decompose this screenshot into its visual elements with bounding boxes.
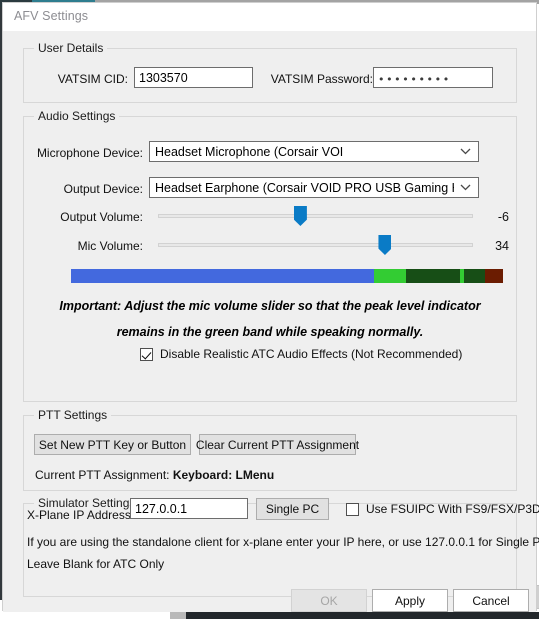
set-new-ptt-button[interactable]: Set New PTT Key or Button bbox=[34, 434, 191, 455]
vatsim-cid-input[interactable]: 1303570 bbox=[134, 67, 253, 88]
vatsim-password-input[interactable]: ••••••••• bbox=[373, 67, 493, 88]
simulator-hint-line-1: If you are using the standalone client f… bbox=[27, 535, 539, 549]
audio-settings-legend: Audio Settings bbox=[34, 109, 120, 123]
microphone-device-label: Microphone Device: bbox=[36, 146, 143, 160]
disable-atc-audio-effects-label: Disable Realistic ATC Audio Effects (Not… bbox=[160, 347, 463, 361]
background-taskbar bbox=[186, 612, 539, 619]
dark-red-band bbox=[484, 269, 503, 283]
chevron-down-icon bbox=[458, 142, 472, 161]
x-plane-ip-input[interactable]: 127.0.0.1 bbox=[130, 498, 248, 519]
ok-button[interactable]: OK bbox=[291, 589, 367, 612]
output-device-value: Headset Earphone (Corsair VOID PRO USB G… bbox=[155, 181, 454, 195]
current-ptt-assignment-value: Keyboard: LMenu bbox=[172, 468, 275, 482]
ptt-settings-legend: PTT Settings bbox=[34, 408, 112, 422]
important-note-line-2: remains in the green band while speaking… bbox=[116, 325, 424, 339]
checkbox-box-icon[interactable] bbox=[346, 502, 359, 516]
use-fsuipc-label: Use FSUIPC With FS9/FSX/P3D bbox=[366, 502, 539, 516]
output-volume-value: -6 bbox=[497, 210, 509, 224]
output-device-select[interactable]: Headset Earphone (Corsair VOID PRO USB G… bbox=[149, 177, 479, 198]
mic-volume-label: Mic Volume: bbox=[77, 239, 143, 253]
mic-volume-value: 34 bbox=[495, 239, 509, 253]
user-details-legend: User Details bbox=[34, 41, 108, 55]
microphone-device-value: Headset Microphone (Corsair VOI bbox=[155, 145, 344, 159]
output-device-label: Output Device: bbox=[63, 182, 143, 196]
mic-volume-track bbox=[158, 243, 473, 247]
simulator-hint-line-2: Leave Blank for ATC Only bbox=[27, 557, 165, 571]
dialog-body: User Details VATSIM CID: 1303570 VATSIM … bbox=[3, 31, 539, 612]
current-ptt-assignment-label: Current PTT Assignment: bbox=[35, 468, 170, 482]
title-bar: AFV Settings bbox=[3, 3, 536, 31]
chevron-down-icon bbox=[458, 178, 472, 197]
mic-level-meter bbox=[71, 269, 503, 283]
clear-ptt-assignment-button[interactable]: Clear Current PTT Assignment bbox=[196, 434, 359, 455]
dark-green-band-1 bbox=[405, 269, 460, 283]
output-volume-label: Output Volume: bbox=[60, 210, 143, 224]
vatsim-password-label: VATSIM Password: bbox=[270, 72, 373, 86]
checkbox-box-icon[interactable] bbox=[140, 347, 153, 361]
use-fsuipc-checkbox[interactable]: Use FSUIPC With FS9/FSX/P3D bbox=[346, 502, 539, 516]
disable-atc-audio-effects-checkbox[interactable]: Disable Realistic ATC Audio Effects (Not… bbox=[140, 347, 462, 361]
dark-green-band-2 bbox=[463, 269, 485, 283]
blue-level bbox=[71, 269, 374, 283]
bright-green-peak bbox=[373, 269, 406, 283]
current-ptt-assignment: Current PTT Assignment: Keyboard: LMenu bbox=[35, 468, 274, 482]
background-taskbar-tab bbox=[170, 612, 186, 619]
screen-root: AFV Settings User Details VATSIM CID: 13… bbox=[0, 0, 539, 619]
output-volume-track bbox=[158, 214, 473, 218]
mic-volume-slider[interactable] bbox=[158, 234, 473, 256]
x-plane-ip-label: X-Plane IP Address: bbox=[27, 508, 135, 522]
apply-button[interactable]: Apply bbox=[372, 589, 448, 612]
important-note-line-1: Important: Adjust the mic volume slider … bbox=[59, 299, 481, 313]
window-title: AFV Settings bbox=[14, 9, 89, 23]
output-volume-slider[interactable] bbox=[158, 205, 473, 227]
afv-settings-dialog: AFV Settings User Details VATSIM CID: 13… bbox=[2, 2, 539, 612]
vatsim-cid-label: VATSIM CID: bbox=[57, 72, 128, 86]
microphone-device-select[interactable]: Headset Microphone (Corsair VOI bbox=[149, 141, 479, 162]
mic-volume-thumb[interactable] bbox=[378, 235, 392, 255]
output-volume-thumb[interactable] bbox=[293, 206, 307, 226]
cancel-button[interactable]: Cancel bbox=[453, 589, 529, 612]
single-pc-button[interactable]: Single PC bbox=[256, 498, 329, 520]
